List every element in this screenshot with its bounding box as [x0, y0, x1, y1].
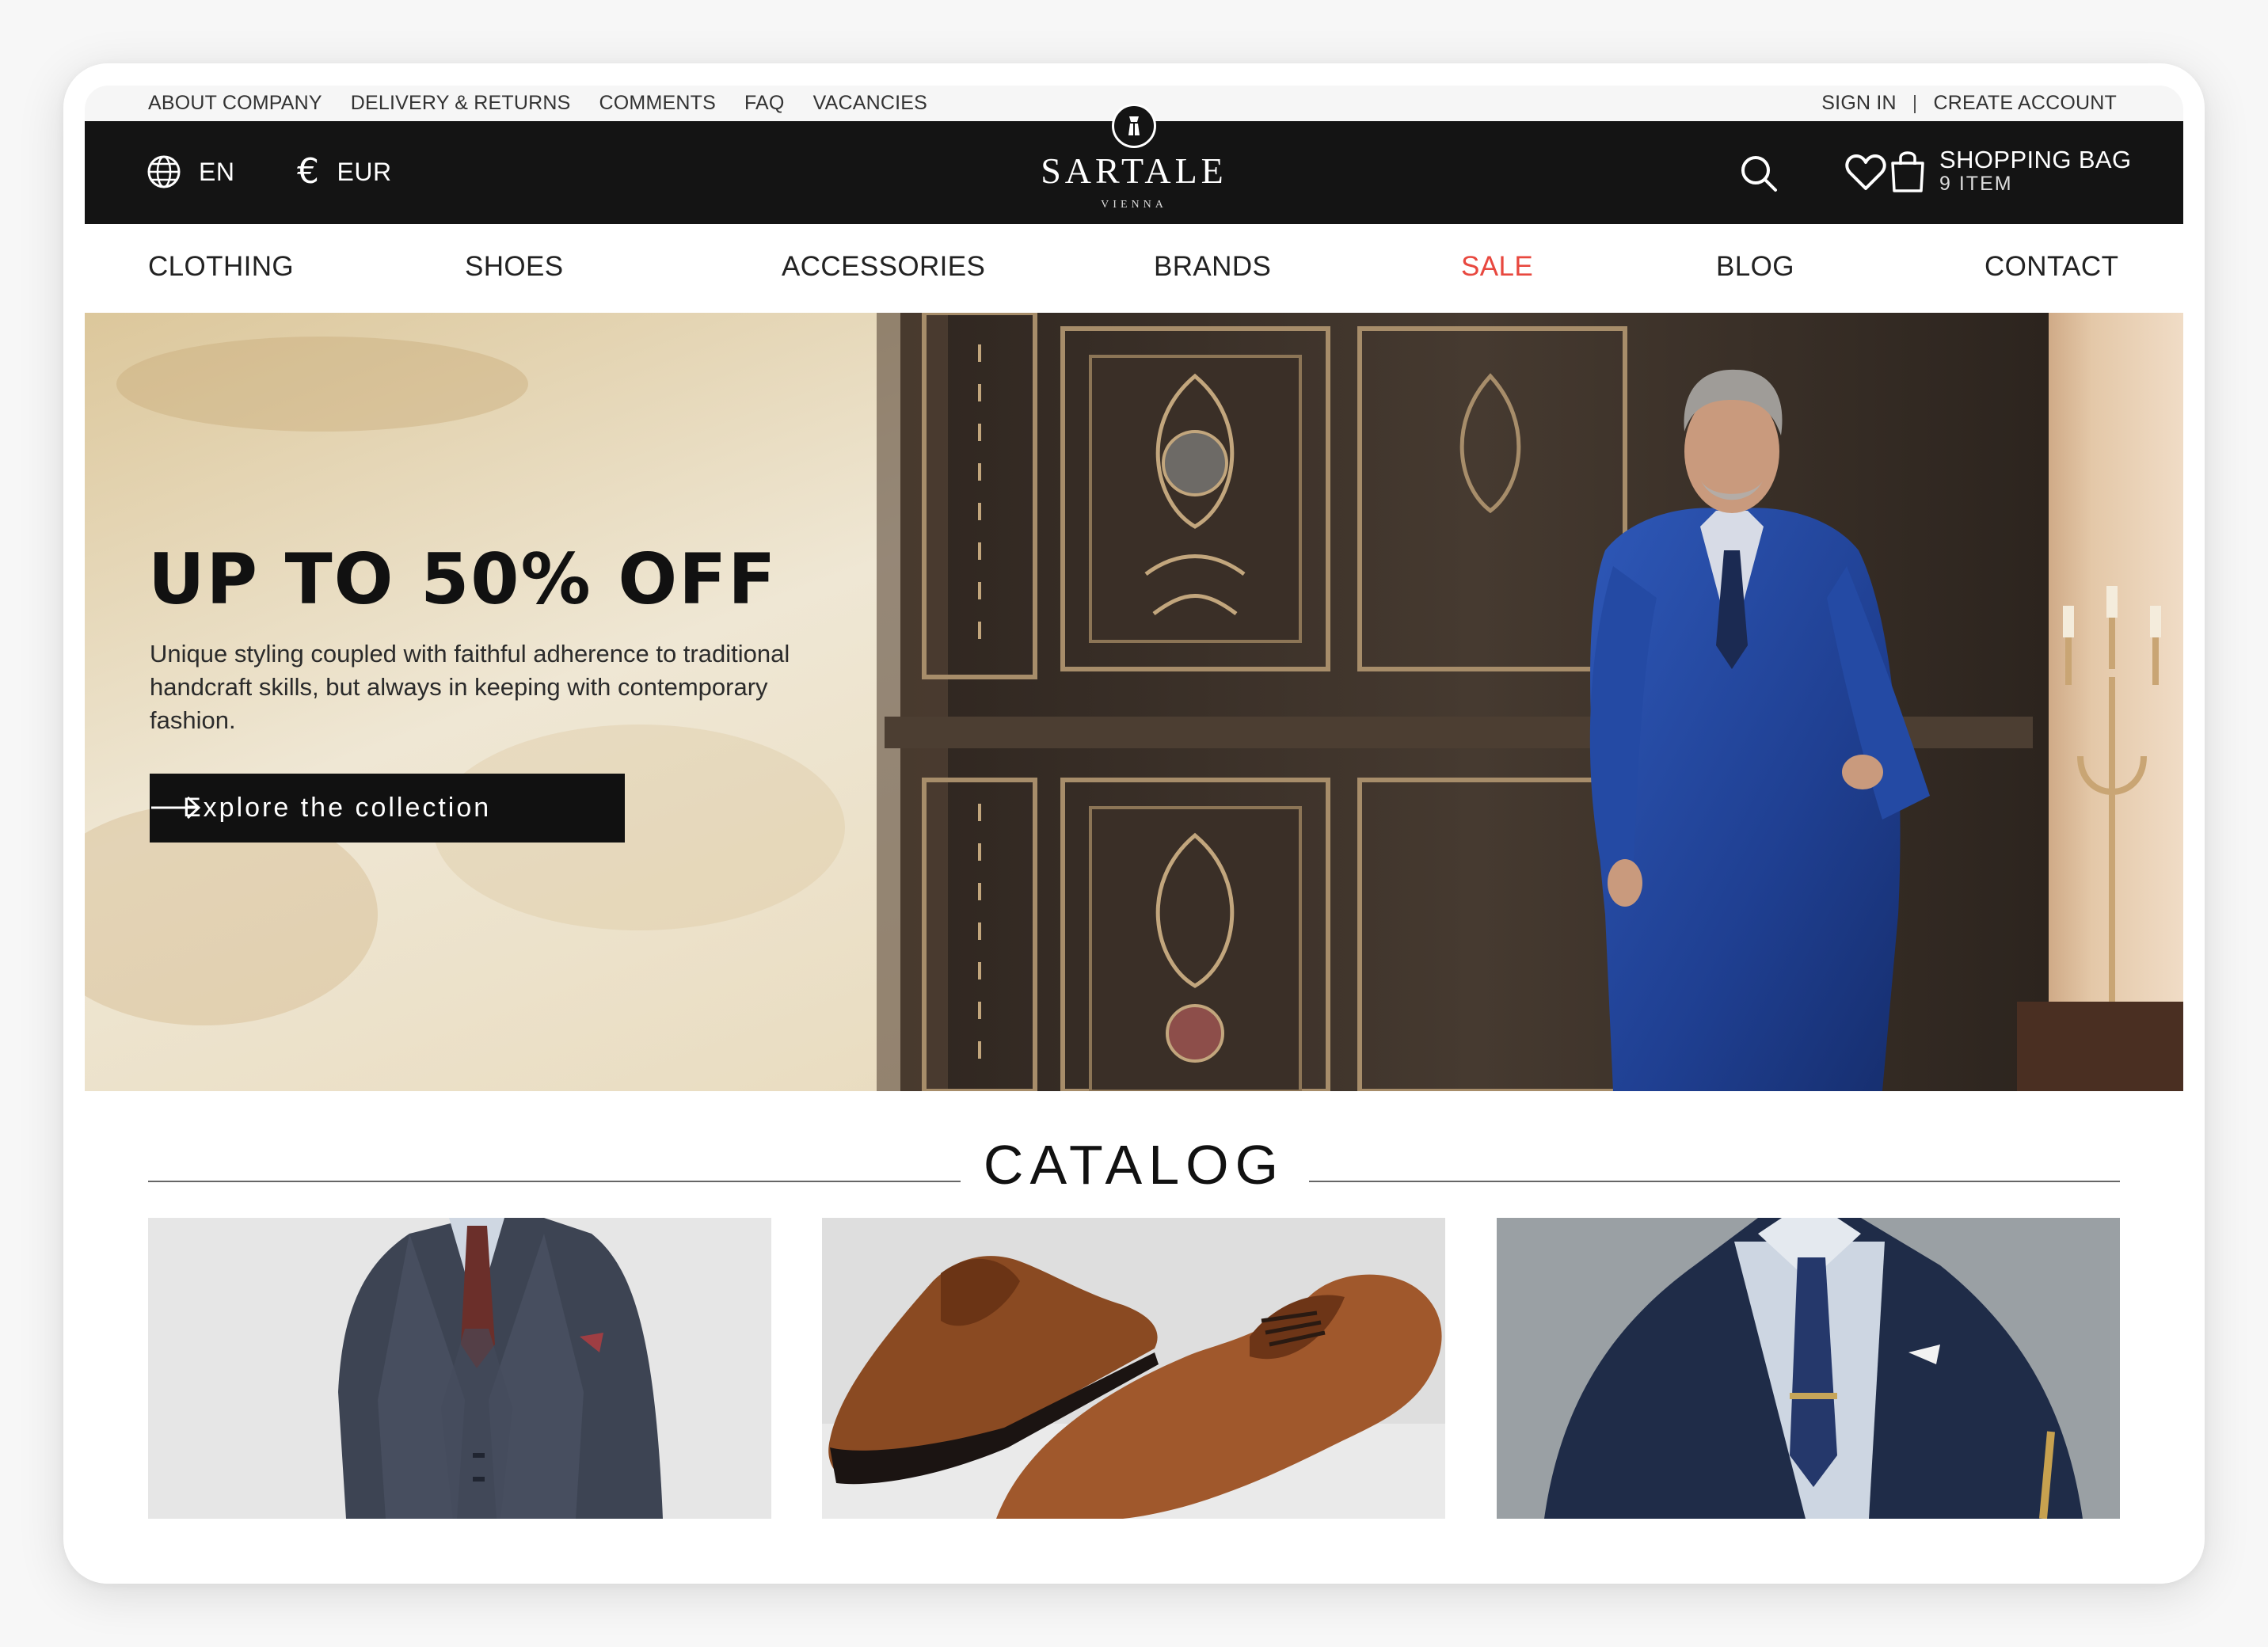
link-about-company[interactable]: ABOUT COMPANY: [148, 92, 322, 115]
hero-banner: UP TO 50% OFF Unique styling coupled wit…: [85, 313, 2183, 1091]
utility-links: ABOUT COMPANY DELIVERY & RETURNS COMMENT…: [148, 92, 927, 115]
bag-label: SHOPPING BAG: [1939, 146, 2132, 173]
explore-collection-button[interactable]: Explore the collection: [150, 774, 625, 843]
catalog-title: CATALOG: [983, 1134, 1285, 1196]
cta-label: Explore the collection: [183, 793, 492, 823]
tie-image: [1497, 1218, 2120, 1519]
catalog-tile-shoes[interactable]: [822, 1218, 1445, 1519]
shopping-bag-icon: [1891, 151, 1924, 192]
logo-emblem-icon: [1112, 104, 1156, 148]
sign-in-link[interactable]: SIGN IN: [1821, 92, 1896, 115]
catalog-tile-accessories[interactable]: [1497, 1218, 2120, 1519]
shoes-image: [822, 1218, 1445, 1519]
link-vacancies[interactable]: VACANCIES: [813, 92, 927, 115]
suit-image: [148, 1218, 771, 1519]
hero-description: Unique styling coupled with faithful adh…: [150, 640, 790, 734]
brand-logo-sub: VIENNA: [1101, 199, 1167, 211]
shopping-bag-button[interactable]: SHOPPING BAG 9 ITEM: [1889, 146, 2132, 194]
euro-icon: €: [297, 151, 320, 192]
language-selector[interactable]: EN: [147, 154, 234, 189]
main-header: EN € EUR SARTALE VIENNA SHOPPING BAG 9 I…: [85, 104, 2183, 224]
link-delivery-returns[interactable]: DELIVERY & RETURNS: [351, 92, 571, 115]
link-faq[interactable]: FAQ: [744, 92, 785, 115]
nav-sale[interactable]: SALE: [1461, 251, 1533, 283]
heart-icon[interactable]: [1844, 153, 1887, 192]
language-label: EN: [199, 157, 235, 186]
nav-brands[interactable]: BRANDS: [1154, 251, 1271, 283]
arrow-right-icon: [151, 796, 201, 820]
category-nav: CLOTHING SHOES ACCESSORIES BRANDS SALE B…: [85, 224, 2183, 313]
nav-clothing[interactable]: CLOTHING: [148, 251, 294, 283]
nav-contact[interactable]: CONTACT: [1984, 251, 2118, 283]
currency-label: EUR: [337, 157, 392, 186]
catalog-divider-right: [1309, 1181, 2120, 1182]
create-account-link[interactable]: CREATE ACCOUNT: [1933, 92, 2117, 115]
browser-frame: ABOUT COMPANY DELIVERY & RETURNS COMMENT…: [63, 63, 2205, 1584]
hero-title: UP TO 50% OFF: [148, 538, 778, 620]
divider: |: [1912, 92, 1918, 114]
bag-text: SHOPPING BAG 9 ITEM: [1939, 146, 2132, 195]
currency-selector[interactable]: € EUR: [297, 154, 392, 189]
catalog-tile-suits[interactable]: [148, 1218, 771, 1519]
nav-accessories[interactable]: ACCESSORIES: [782, 251, 985, 283]
page: ABOUT COMPANY DELIVERY & RETURNS COMMENT…: [85, 86, 2183, 1584]
nav-shoes[interactable]: SHOES: [465, 251, 564, 283]
brand-logo[interactable]: SARTALE: [976, 150, 1292, 192]
bag-item-count: 9 ITEM: [1939, 173, 2013, 195]
account-links: SIGN IN | CREATE ACCOUNT: [1821, 92, 2117, 115]
search-icon[interactable]: [1738, 153, 1779, 194]
globe-icon: [147, 155, 181, 188]
nav-blog[interactable]: BLOG: [1716, 251, 1794, 283]
link-comments[interactable]: COMMENTS: [599, 92, 716, 115]
